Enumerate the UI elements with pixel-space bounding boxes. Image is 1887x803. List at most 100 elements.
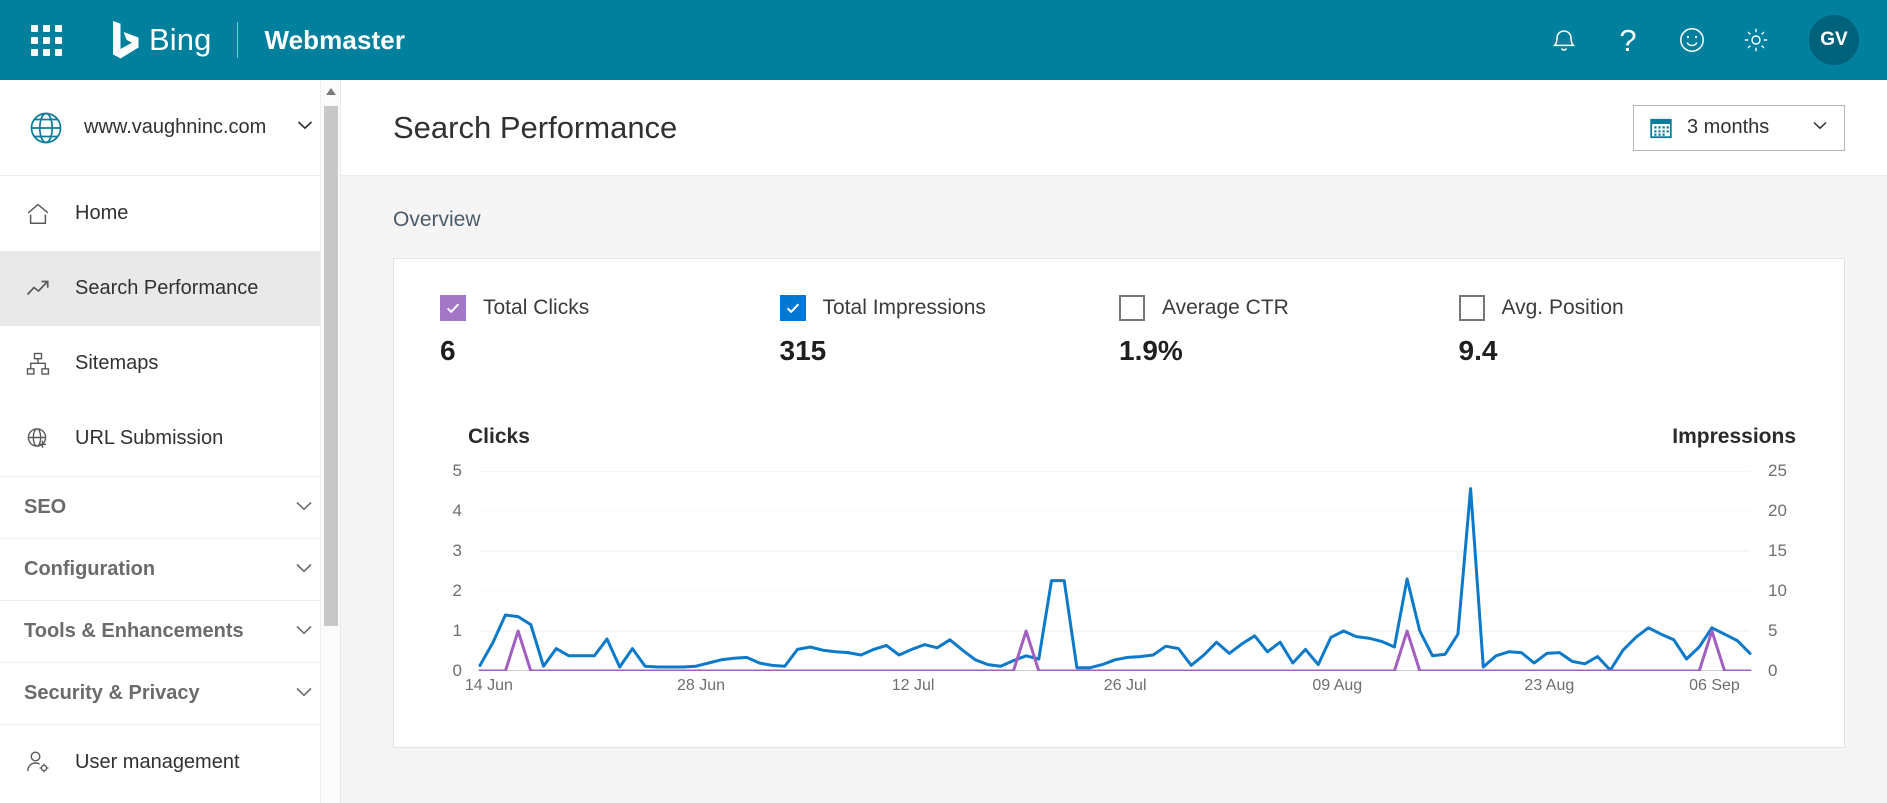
notification-bell-icon[interactable] [1547,23,1581,57]
x-axis-tick: 14 Jun [465,677,513,695]
sidebar-group-label: Tools & Enhancements [24,620,244,643]
metric-toggle-row: Total Clicks 6 Total Impressions [440,295,1798,367]
home-icon [24,200,52,228]
sidebar-item-home[interactable]: Home [0,176,340,251]
metric-average-ctr: Average CTR 1.9% [1119,295,1459,367]
date-range-dropdown[interactable]: 3 months [1633,105,1845,151]
user-settings-icon [24,748,52,776]
app-title: Webmaster [264,25,405,56]
x-axis-tick: 23 Aug [1524,677,1574,695]
left-axis-tick: 2 [440,581,462,601]
overview-section-label: Overview [393,208,1845,232]
scroll-up-arrow-icon[interactable] [321,80,340,102]
left-axis-tick: 4 [440,501,462,521]
top-navigation-bar: Bing Webmaster ? GV [0,0,1887,80]
performance-chart: Clicks Impressions 012345 0510152025 14 … [440,425,1798,707]
chart-plot-area: 012345 0510152025 [440,471,1798,671]
header-divider [237,22,238,58]
date-range-label: 3 months [1687,116,1769,139]
sidebar-scroll-region: Home Search Performance [0,176,340,803]
metric-value: 1.9% [1119,335,1459,367]
metric-label: Total Impressions [823,296,986,320]
settings-gear-icon[interactable] [1739,23,1773,57]
brand-name: Bing [149,22,211,58]
sidebar-item-user-management[interactable]: User management [0,724,340,799]
metric-label: Total Clicks [483,296,589,320]
x-axis-tick: 28 Jun [677,677,725,695]
page-header: Search Performance [341,80,1887,176]
sidebar-item-label: User management [75,751,240,774]
metric-value: 315 [780,335,1120,367]
header-actions: ? GV [1547,15,1865,65]
x-axis-tick: 09 Aug [1312,677,1362,695]
sitemap-icon [24,350,52,378]
x-axis-labels: 14 Jun 28 Jun 12 Jul 26 Jul 09 Aug 23 Aug 06 S… [440,677,1798,707]
chart-series-line [480,489,1750,671]
metric-checkbox-average-ctr[interactable] [1119,295,1145,321]
sidebar-item-label: URL Submission [75,427,223,450]
right-axis-tick: 20 [1768,501,1798,521]
chevron-down-icon[interactable] [294,114,316,141]
sidebar-group-label: SEO [24,496,66,519]
sidebar-item-url-submission[interactable]: URL Submission [0,401,340,476]
feedback-smiley-icon[interactable] [1675,23,1709,57]
user-avatar[interactable]: GV [1809,15,1859,65]
app-launcher-icon[interactable] [26,20,66,60]
chevron-down-icon[interactable] [1810,115,1830,140]
scrollbar-thumb[interactable] [324,106,338,626]
globe-icon [26,108,66,148]
right-axis-tick: 15 [1768,541,1798,561]
metric-label: Average CTR [1162,296,1289,320]
sidebar-item-label: Home [75,202,128,225]
trend-line-icon [24,275,52,303]
chevron-down-icon[interactable] [292,555,316,585]
left-axis-tick: 1 [440,621,462,641]
metric-avg-position: Avg. Position 9.4 [1459,295,1799,367]
left-axis-tick: 3 [440,541,462,561]
right-axis-tick: 5 [1768,621,1798,641]
sidebar-group-label: Security & Privacy [24,682,200,705]
sidebar-item-sitemaps[interactable]: Sitemaps [0,326,340,401]
right-axis-tick: 10 [1768,581,1798,601]
metric-checkbox-avg-position[interactable] [1459,295,1485,321]
metric-value: 9.4 [1459,335,1799,367]
chevron-down-icon[interactable] [292,679,316,709]
chart-series-line [480,631,1750,671]
bing-logo[interactable]: Bing [112,20,211,60]
globe-plus-icon [24,425,52,453]
bing-mark-icon [112,20,140,60]
right-axis-tick: 25 [1768,461,1798,481]
sidebar-group-security-privacy[interactable]: Security & Privacy [0,662,340,724]
sidebar-group-label: Configuration [24,558,155,581]
page-body: www.vaughninc.com Home [0,80,1887,803]
sidebar-group-seo[interactable]: SEO [0,476,340,538]
x-axis-tick: 06 Sep [1689,677,1740,695]
metric-total-impressions: Total Impressions 315 [780,295,1120,367]
metric-value: 6 [440,335,780,367]
calendar-icon [1649,116,1673,140]
sidebar-item-label: Sitemaps [75,352,158,375]
sidebar-group-tools-enhancements[interactable]: Tools & Enhancements [0,600,340,662]
sidebar-scrollbar[interactable] [320,80,340,803]
left-axis-title: Clicks [468,425,530,449]
site-name-label: www.vaughninc.com [84,116,266,139]
help-question-icon[interactable]: ? [1611,23,1645,57]
sidebar-item-search-performance[interactable]: Search Performance [0,251,340,326]
page-title: Search Performance [393,110,677,146]
metric-total-clicks: Total Clicks 6 [440,295,780,367]
site-selector[interactable]: www.vaughninc.com [0,80,340,176]
metric-checkbox-total-impressions[interactable] [780,295,806,321]
sidebar-navigation: www.vaughninc.com Home [0,80,341,803]
sidebar-group-configuration[interactable]: Configuration [0,538,340,600]
chart-svg [440,471,1798,671]
right-axis-title: Impressions [1672,425,1796,449]
content-area: Overview Total Clicks 6 [341,176,1887,803]
x-axis-tick: 12 Jul [892,677,935,695]
main-content: Search Performance [341,80,1887,803]
metric-label: Avg. Position [1502,296,1624,320]
chevron-down-icon[interactable] [292,617,316,647]
chevron-down-icon[interactable] [292,493,316,523]
overview-card: Total Clicks 6 Total Impressions [393,258,1845,748]
x-axis-tick: 26 Jul [1104,677,1147,695]
metric-checkbox-total-clicks[interactable] [440,295,466,321]
